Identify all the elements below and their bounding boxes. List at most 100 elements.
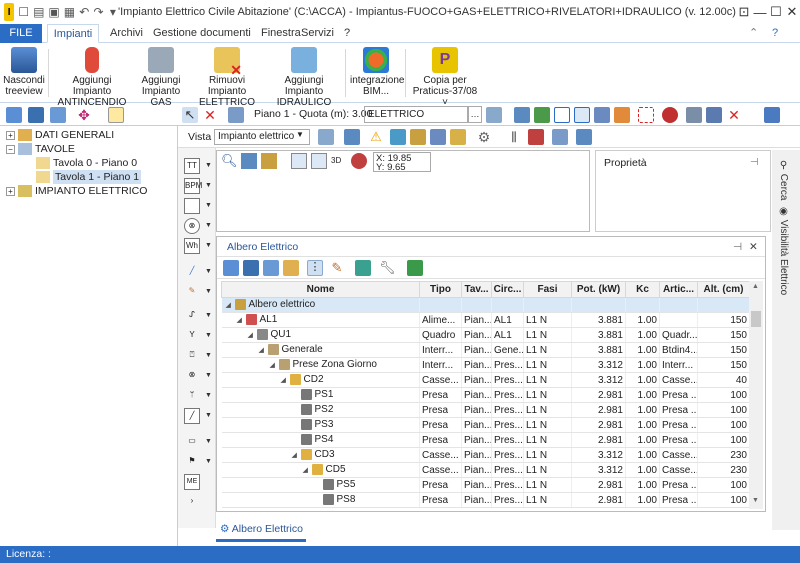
remove-icon[interactable]: ✕ [726, 107, 742, 123]
scroll-down-icon[interactable]: ▼ [752, 497, 759, 504]
chevron-down-icon[interactable]: ▼ [205, 182, 212, 189]
calc-icon[interactable] [410, 129, 426, 145]
expander-icon[interactable]: ◢ [292, 451, 301, 459]
open-book-icon[interactable] [6, 107, 22, 123]
add-water-system-button[interactable]: Aggiungi Impianto IDRAULICO [266, 47, 342, 108]
tab-finestra[interactable]: Finestra [261, 24, 301, 43]
orange-tool-icon[interactable] [614, 107, 630, 123]
add-fire-system-button[interactable]: Aggiungi Impianto ANTINCENDIO [54, 47, 130, 108]
chevron-down-icon[interactable]: ▼ [205, 392, 212, 399]
tab-impianti[interactable]: Impianti [47, 24, 99, 43]
junction-tool-icon[interactable]: ⊗ [184, 218, 200, 234]
stack-icon[interactable] [263, 260, 279, 276]
layers-icon[interactable] [243, 260, 259, 276]
chevron-down-icon[interactable]: ▼ [205, 162, 212, 169]
list-icon[interactable] [706, 107, 722, 123]
layer-manager-icon[interactable] [486, 107, 502, 123]
column-header[interactable]: Tipo [419, 281, 462, 298]
layer-browse-button[interactable]: … [468, 106, 482, 123]
add-gas-system-button[interactable]: Aggiungi Impianto GAS [134, 47, 188, 108]
vertical-scrollbar[interactable]: ▲ ▼ [749, 281, 763, 509]
column-header[interactable]: Artic... [659, 281, 698, 298]
expander-icon[interactable]: ◢ [248, 331, 257, 339]
chevron-down-icon[interactable]: ▼ [296, 130, 304, 139]
table-row[interactable]: ◢ Albero elettrico [221, 297, 749, 313]
chevron-down-icon[interactable]: ▼ [205, 268, 212, 275]
minimize-button[interactable]: — [752, 2, 768, 22]
expander-icon[interactable]: ◢ [303, 466, 312, 474]
redo-icon[interactable]: ↷ [93, 3, 104, 21]
tree-item-impianto-elettrico[interactable]: + IMPIANTO ELETTRICO [6, 184, 147, 198]
drawing-area[interactable]: 🔍︎ 3D X: 19.85 Y: 9.65 [216, 150, 590, 232]
tree-item-tavola-0[interactable]: Tavola 0 - Piano 0 [36, 156, 137, 170]
zoom-window-icon[interactable] [574, 107, 590, 123]
panel-tool-icon[interactable] [184, 198, 200, 214]
table-row[interactable]: ◢ CD2 Casse... Pian... Pres... L1 N 3.312 1.00 C… [221, 372, 749, 388]
snap-grid-icon[interactable] [291, 153, 307, 169]
zoom-window-icon[interactable] [241, 153, 257, 169]
expander-icon[interactable]: + [6, 186, 15, 196]
table-row[interactable]: PS5 Presa Pian... Pres... L1 N 2.981 1.00 Presa… [221, 477, 749, 493]
flag-tool-icon[interactable]: ⚑ [184, 454, 200, 470]
scroll-up-icon[interactable]: ▲ [752, 283, 759, 290]
text-tool-icon[interactable]: TT [184, 158, 200, 174]
table-row[interactable]: ◢ QU1 Quadro Pian... AL1 L1 N 3.881 1.00 Quadr..… [221, 327, 749, 343]
save-all-icon[interactable]: ▦ [64, 3, 75, 21]
undo-icon[interactable]: ↶ [79, 3, 89, 21]
chevron-down-icon[interactable]: ▼ [205, 352, 212, 359]
tag-icon[interactable] [528, 129, 544, 145]
ribbon-collapse-icon[interactable]: ⌃ [749, 24, 758, 43]
network-view-icon[interactable] [552, 129, 568, 145]
table-row[interactable]: PS1 Presa Pian... Pres... L1 N 2.981 1.00 Presa… [221, 387, 749, 403]
open-file-icon[interactable]: ▤ [33, 3, 44, 21]
hide-treeview-button[interactable]: Nascondi treeview [2, 47, 46, 97]
expander-icon[interactable]: + [6, 130, 15, 140]
chevron-down-icon[interactable]: ▼ [205, 288, 212, 295]
tab-archivi[interactable]: Archivi [110, 24, 143, 43]
green-block-icon[interactable] [534, 107, 550, 123]
chevron-down-icon[interactable]: ▼ [205, 242, 212, 249]
catalog-icon[interactable] [283, 260, 299, 276]
chevron-down-icon[interactable]: ▼ [205, 372, 212, 379]
layers-view-icon[interactable] [344, 129, 360, 145]
dimension-tool-icon[interactable]: BPM [184, 178, 202, 194]
table-row[interactable]: PS2 Presa Pian... Pres... L1 N 2.981 1.00 Presa… [221, 402, 749, 418]
column-header[interactable]: Kc [625, 281, 660, 298]
tab-visibilita[interactable]: ◉ Visibilità Elettrico [778, 206, 789, 295]
pin-icon[interactable]: ⊣ [733, 237, 742, 257]
stack-icon[interactable] [50, 107, 66, 123]
expander-icon[interactable]: ◢ [226, 301, 235, 309]
restore-layout-icon[interactable]: ⊡ [736, 2, 752, 22]
select-arrow-icon[interactable]: ↖ [182, 107, 198, 123]
view-settings-icon[interactable] [318, 129, 334, 145]
export-icon[interactable] [407, 260, 423, 276]
expander-icon[interactable]: ◢ [281, 376, 290, 384]
sphere-icon[interactable] [351, 153, 367, 169]
more-tools-icon[interactable]: › [184, 494, 200, 510]
table-row[interactable]: PS3 Presa Pian... Pres... L1 N 2.981 1.00 Presa… [221, 417, 749, 433]
frame-icon[interactable] [108, 107, 124, 123]
gear-icon[interactable]: ⚙ [476, 129, 492, 145]
column-header[interactable]: Pot. (kW) [571, 281, 626, 298]
meter-tool-icon[interactable]: Wh [184, 238, 200, 254]
red-cube-icon[interactable] [662, 107, 678, 123]
move-arrows-icon[interactable]: ✥ [76, 107, 92, 123]
open-book-icon[interactable] [223, 260, 239, 276]
report-icon[interactable] [430, 129, 446, 145]
pan-icon[interactable] [261, 153, 277, 169]
3d-icon[interactable]: 3D [331, 153, 347, 169]
panel-icon[interactable] [576, 129, 592, 145]
column-header[interactable]: Nome [221, 281, 420, 298]
me-tool-icon[interactable]: ME [184, 474, 200, 490]
snap-endpoint-icon[interactable] [311, 153, 327, 169]
snap-icon[interactable] [594, 107, 610, 123]
tree-item-dati-generali[interactable]: + DATI GENERALI [6, 128, 114, 142]
zoom-extents-icon[interactable] [554, 107, 570, 123]
pencil-tool-icon[interactable]: ✎ [184, 284, 200, 300]
zoom-icon[interactable]: 🔍︎ [221, 153, 238, 169]
table-row[interactable]: PS4 Presa Pian... Pres... L1 N 2.981 1.00 Presa… [221, 432, 749, 448]
expander-icon[interactable]: ◢ [270, 361, 279, 369]
chevron-down-icon[interactable]: ▼ [205, 412, 212, 419]
edit-icon[interactable]: ✎ [329, 260, 345, 276]
column-header[interactable]: Tav... [461, 281, 492, 298]
